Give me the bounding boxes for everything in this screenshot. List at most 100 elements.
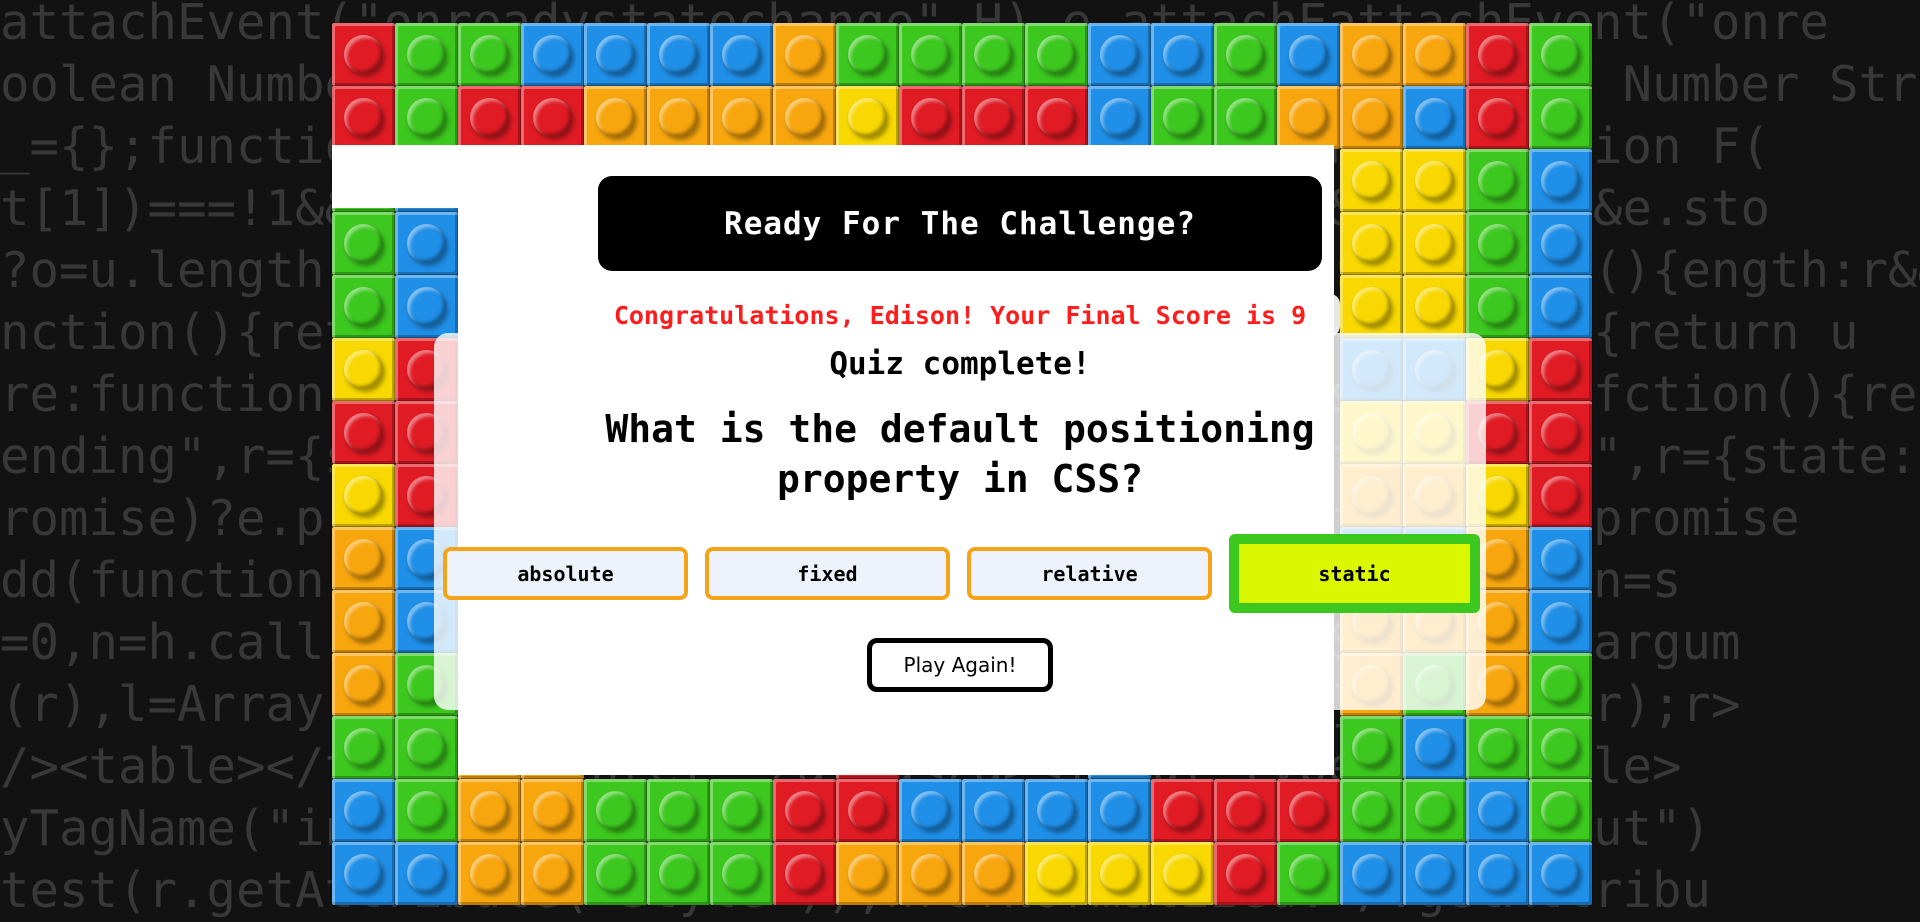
page-title: Ready For The Challenge? [724,205,1196,242]
lego-brick [395,86,458,149]
lego-brick [962,23,1025,86]
lego-brick [1151,779,1214,842]
title-banner: Ready For The Challenge? [598,176,1322,271]
lego-brick [1025,779,1088,842]
lego-brick [836,779,899,842]
lego-brick [395,779,458,842]
lego-brick [1529,86,1592,149]
lego-brick [1529,653,1592,716]
lego-brick [1025,842,1088,905]
play-again-button[interactable]: Play Again! [867,638,1053,692]
lego-brick [584,23,647,86]
lego-brick [962,779,1025,842]
lego-brick [1529,23,1592,86]
quiz-status: Quiz complete! [829,346,1091,382]
lego-brick [458,779,521,842]
lego-brick [332,338,395,401]
question-text: What is the default positioning property… [605,407,1315,501]
lego-brick [584,842,647,905]
lego-brick [458,842,521,905]
answer-option-absolute[interactable]: absolute [443,547,688,600]
lego-brick [395,23,458,86]
lego-brick [395,842,458,905]
lego-brick [1529,149,1592,212]
lego-brick [1466,275,1529,338]
game-area-extension [332,145,458,208]
lego-brick [1466,212,1529,275]
lego-brick [521,842,584,905]
lego-brick [332,464,395,527]
lego-brick [458,23,521,86]
lego-brick [1466,23,1529,86]
lego-brick [710,23,773,86]
lego-brick [1403,779,1466,842]
lego-brick [1466,716,1529,779]
lego-brick [1340,86,1403,149]
answer-option-relative[interactable]: relative [967,547,1212,600]
lego-brick [395,275,458,338]
lego-brick [332,842,395,905]
lego-brick [773,23,836,86]
lego-brick [332,716,395,779]
lego-brick [836,842,899,905]
lego-brick [1529,464,1592,527]
lego-brick [647,23,710,86]
lego-brick [1151,842,1214,905]
lego-brick [458,86,521,149]
lego-brick [1529,338,1592,401]
lego-brick [773,842,836,905]
lego-brick [1403,842,1466,905]
lego-brick [521,86,584,149]
lego-brick [647,842,710,905]
lego-brick [332,275,395,338]
answer-option-static-correct[interactable]: static [1229,534,1480,613]
lego-brick [1214,842,1277,905]
lego-brick [1466,779,1529,842]
lego-brick [332,212,395,275]
lego-brick [1151,23,1214,86]
lego-brick [710,86,773,149]
lego-brick [710,779,773,842]
lego-brick [1403,716,1466,779]
lego-brick [1340,149,1403,212]
lego-brick [1529,401,1592,464]
lego-brick [1151,86,1214,149]
lego-brick [773,779,836,842]
lego-brick [1340,842,1403,905]
lego-brick [647,86,710,149]
lego-brick [1529,779,1592,842]
lego-brick [647,779,710,842]
lego-brick [1403,23,1466,86]
lego-brick [332,779,395,842]
lego-brick [1529,716,1592,779]
lego-brick [1340,275,1403,338]
lego-brick [1340,23,1403,86]
lego-brick [332,653,395,716]
lego-brick [1529,842,1592,905]
lego-brick [332,527,395,590]
lego-brick [710,842,773,905]
lego-brick [962,842,1025,905]
lego-brick [1340,779,1403,842]
lego-brick [773,86,836,149]
lego-brick [1088,779,1151,842]
lego-brick [1466,842,1529,905]
lego-brick [332,401,395,464]
answer-option-fixed[interactable]: fixed [705,547,950,600]
lego-brick [836,23,899,86]
lego-brick [332,86,395,149]
lego-brick [1088,23,1151,86]
lego-brick [1277,86,1340,149]
lego-brick [899,86,962,149]
lego-brick [395,212,458,275]
lego-brick [1025,23,1088,86]
lego-brick [899,842,962,905]
final-score-message: Congratulations, Edison! Your Final Scor… [580,294,1340,336]
lego-brick [1277,842,1340,905]
lego-brick [1529,275,1592,338]
lego-brick [962,86,1025,149]
lego-brick [836,86,899,149]
lego-brick [1529,212,1592,275]
lego-brick [395,716,458,779]
lego-brick [1529,527,1592,590]
